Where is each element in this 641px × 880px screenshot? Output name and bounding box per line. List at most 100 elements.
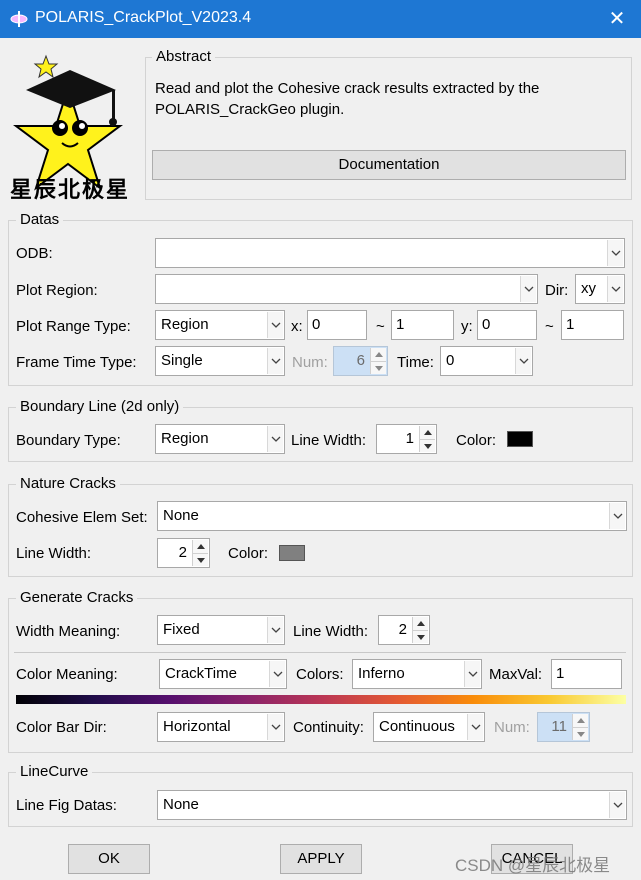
- colorbar-dir-label: Color Bar Dir:: [16, 719, 107, 736]
- title-bar: POLARIS_CrackPlot_V2023.4 ✕: [0, 0, 641, 38]
- dir-combo[interactable]: xy: [575, 274, 625, 304]
- x-label: x:: [291, 318, 303, 335]
- time-combo[interactable]: 0: [440, 346, 533, 376]
- colorbar-num-label: Num:: [494, 719, 530, 736]
- maxval-input[interactable]: 1: [551, 659, 622, 689]
- y-label: y:: [461, 318, 473, 335]
- chevron-down-icon: [273, 671, 283, 677]
- time-value: 0: [446, 352, 455, 369]
- linecurve-heading: LineCurve: [16, 763, 93, 780]
- frame-num-value: 6: [356, 352, 365, 369]
- colorbar-num-spinner[interactable]: 11: [537, 712, 590, 742]
- odb-combo[interactable]: [155, 238, 625, 268]
- maxval-label: MaxVal:: [489, 666, 543, 683]
- chevron-down-icon: [524, 286, 534, 292]
- cohesive-elem-set-value: None: [163, 507, 199, 524]
- boundary-color-swatch[interactable]: [507, 431, 533, 447]
- colorbar-num-value: 11: [551, 718, 567, 735]
- width-meaning-value: Fixed: [163, 621, 200, 638]
- arrow-up-icon: [417, 621, 425, 626]
- watermark: CSDN @星辰北极星: [455, 856, 611, 875]
- color-meaning-combo[interactable]: CrackTime: [159, 659, 287, 689]
- color-meaning-value: CrackTime: [165, 665, 237, 682]
- chevron-down-icon: [271, 627, 281, 633]
- y-from-input[interactable]: 0: [477, 310, 537, 340]
- colorbar-dir-combo[interactable]: Horizontal: [157, 712, 285, 742]
- line-fig-datas-label: Line Fig Datas:: [16, 797, 117, 814]
- nature-line-width-spinner[interactable]: 2: [157, 538, 210, 568]
- arrow-down-icon: [417, 635, 425, 640]
- plot-region-combo[interactable]: [155, 274, 538, 304]
- color-meaning-label: Color Meaning:: [16, 666, 118, 683]
- plot-range-type-combo[interactable]: Region: [155, 310, 285, 340]
- dir-value: xy: [581, 280, 596, 297]
- y-to-input[interactable]: 1: [561, 310, 624, 340]
- plot-region-label: Plot Region:: [16, 282, 98, 299]
- frame-time-type-combo[interactable]: Single: [155, 346, 285, 376]
- generate-line-width-spinner[interactable]: 2: [378, 615, 430, 645]
- apply-button[interactable]: APPLY: [280, 844, 362, 874]
- chevron-down-icon: [468, 671, 478, 677]
- nature-color-swatch[interactable]: [279, 545, 305, 561]
- nature-color-label: Color:: [228, 545, 269, 562]
- frame-num-spinner[interactable]: 6: [333, 346, 388, 376]
- generate-heading: Generate Cracks: [16, 589, 138, 606]
- colors-value: Inferno: [358, 665, 405, 682]
- boundary-line-width-label: Line Width:: [291, 432, 367, 449]
- arrow-down-icon: [375, 366, 383, 371]
- chevron-down-icon: [519, 358, 529, 364]
- time-label: Time:: [397, 354, 434, 371]
- boundary-heading: Boundary Line (2d only): [16, 398, 184, 415]
- logo-text: 星辰北极星: [10, 177, 131, 202]
- generate-line-width-value: 2: [398, 621, 407, 638]
- chevron-down-icon: [611, 286, 621, 292]
- window-title: POLARIS_CrackPlot_V2023.4: [35, 9, 252, 26]
- chevron-down-icon: [613, 802, 623, 808]
- continuity-combo[interactable]: Continuous: [373, 712, 485, 742]
- documentation-button[interactable]: Documentation: [152, 150, 626, 180]
- width-meaning-combo[interactable]: Fixed: [157, 615, 285, 645]
- frame-num-label: Num:: [292, 354, 328, 371]
- close-button[interactable]: ✕: [603, 5, 631, 33]
- nature-heading: Nature Cracks: [16, 475, 120, 492]
- chevron-down-icon: [611, 250, 621, 256]
- arrow-down-icon: [577, 732, 585, 737]
- frame-time-type-value: Single: [161, 352, 203, 369]
- frame-time-type-label: Frame Time Type:: [16, 354, 137, 371]
- colorbar-dir-value: Horizontal: [163, 718, 231, 735]
- ok-button[interactable]: OK: [68, 844, 150, 874]
- arrow-down-icon: [424, 444, 432, 449]
- chevron-down-icon: [613, 513, 623, 519]
- cohesive-elem-set-combo[interactable]: None: [157, 501, 627, 531]
- boundary-line-width-spinner[interactable]: 1: [376, 424, 437, 454]
- chevron-down-icon: [271, 322, 281, 328]
- arrow-down-icon: [197, 558, 205, 563]
- boundary-color-label: Color:: [456, 432, 497, 449]
- line-fig-datas-value: None: [163, 796, 199, 813]
- nature-line-width-label: Line Width:: [16, 545, 92, 562]
- boundary-type-value: Region: [161, 430, 209, 447]
- abstract-text-line1: Read and plot the Cohesive crack results…: [155, 80, 540, 97]
- boundary-line-width-value: 1: [405, 430, 414, 447]
- chevron-down-icon: [271, 358, 281, 364]
- x-from-input[interactable]: 0: [307, 310, 367, 340]
- x-to-input[interactable]: 1: [391, 310, 454, 340]
- line-fig-datas-combo[interactable]: None: [157, 790, 627, 820]
- abstract-text-line2: POLARIS_CrackGeo plugin.: [155, 101, 345, 118]
- chevron-down-icon: [271, 436, 281, 442]
- generate-divider: [14, 652, 626, 653]
- plot-range-type-label: Plot Range Type:: [16, 318, 131, 335]
- arrow-up-icon: [375, 352, 383, 357]
- continuity-value: Continuous: [379, 718, 455, 735]
- colors-label: Colors:: [296, 666, 344, 683]
- colors-combo[interactable]: Inferno: [352, 659, 482, 689]
- plot-range-type-value: Region: [161, 316, 209, 333]
- nature-line-width-value: 2: [178, 544, 187, 561]
- odb-label: ODB:: [16, 245, 53, 262]
- generate-line-width-label: Line Width:: [293, 623, 369, 640]
- chevron-down-icon: [471, 724, 481, 730]
- boundary-type-label: Boundary Type:: [16, 432, 121, 449]
- tilde-x: ~: [376, 318, 385, 335]
- cohesive-elem-set-label: Cohesive Elem Set:: [16, 509, 148, 526]
- boundary-type-combo[interactable]: Region: [155, 424, 285, 454]
